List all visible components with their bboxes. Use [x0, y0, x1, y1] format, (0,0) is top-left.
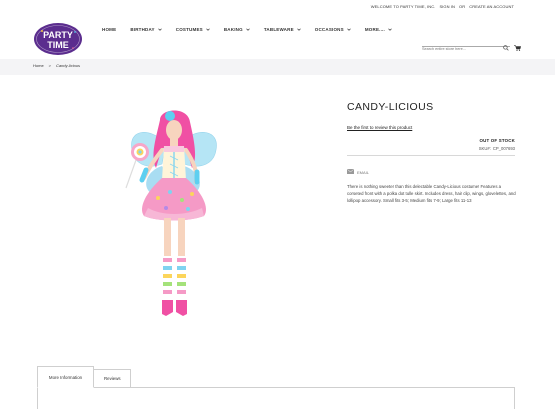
nav-item-tableware[interactable]: TABLEWARE: [264, 27, 301, 32]
chevron-down-icon: [206, 27, 210, 32]
search-box: [422, 37, 510, 54]
nav-item-label: BAKING: [223, 27, 243, 32]
welcome-text: WELCOME TO PARTY TIME, INC.: [370, 4, 436, 9]
site-header: PARTY TIME HOME BIRTHDAY COSTUMES BAKING TAB…: [0, 14, 555, 59]
nav-item-label: BIRTHDAY: [130, 27, 155, 32]
nav-item-costumes[interactable]: COSTUMES: [176, 27, 210, 32]
nav-item-label: COSTUMES: [175, 27, 203, 32]
product-description: There is nothing sweeter than this delec…: [347, 184, 516, 203]
top-utility-bar: WELCOME TO PARTY TIME, INC. SIGN IN OR C…: [0, 0, 555, 14]
account-links: WELCOME TO PARTY TIME, INC. SIGN IN OR C…: [371, 4, 514, 9]
product-title: CANDY-LICIOUS: [347, 101, 434, 113]
nav-item-label: OCCASIONS: [314, 27, 344, 32]
breadcrumb-separator: >: [48, 63, 52, 68]
chevron-down-icon: [297, 27, 301, 32]
cart-icon[interactable]: [514, 38, 522, 56]
write-review-link[interactable]: Be the first to review this product: [347, 125, 412, 130]
breadcrumb: Home > Candy-licious: [33, 63, 80, 68]
sign-in-link[interactable]: SIGN IN: [439, 4, 455, 9]
main-nav: HOME BIRTHDAY COSTUMES BAKING TABLEWARE OCCAS…: [102, 27, 406, 32]
nav-item-label: HOME: [102, 27, 117, 32]
breadcrumb-current: Candy-licious: [56, 63, 81, 68]
tab-more-information[interactable]: More Information: [37, 366, 94, 388]
nav-item-birthday[interactable]: BIRTHDAY: [130, 27, 162, 32]
product-image[interactable]: [118, 108, 228, 322]
email-label: EMAIL: [357, 169, 370, 175]
sku-value: CP_007693: [492, 146, 515, 151]
nav-item-occasions[interactable]: OCCASIONS: [315, 27, 351, 32]
email-link[interactable]: EMAIL: [347, 169, 369, 175]
nav-item-baking[interactable]: BAKING: [224, 27, 250, 32]
product-tabs: More Information Reviews: [37, 366, 132, 388]
chevron-down-icon: [347, 27, 351, 32]
search-icon[interactable]: [503, 38, 509, 56]
sku-label: SKU#:: [478, 146, 491, 151]
breadcrumb-home[interactable]: Home: [33, 63, 44, 68]
email-icon: [347, 169, 354, 175]
search-input[interactable]: [422, 44, 496, 54]
breadcrumb-bar: Home > Candy-licious: [0, 59, 555, 75]
or-text: OR: [459, 4, 466, 9]
logo-text-line2: TIME: [47, 40, 69, 50]
nav-item-label: TABLEWARE: [263, 27, 294, 32]
divider: [347, 155, 515, 156]
chevron-down-icon: [246, 27, 250, 32]
chevron-down-icon: [158, 27, 162, 32]
stock-status: OUT OF STOCK: [479, 138, 515, 143]
sku: SKU#: CP_007693: [479, 146, 515, 151]
logo-text-line1: PARTY: [43, 30, 73, 40]
party-time-logo[interactable]: PARTY TIME: [33, 22, 83, 56]
nav-item-label: MORE....: [364, 27, 385, 32]
nav-item-more[interactable]: MORE....: [365, 27, 392, 32]
create-account-link[interactable]: CREATE AN ACCOUNT: [469, 4, 514, 9]
tab-reviews[interactable]: Reviews: [93, 369, 132, 388]
chevron-down-icon: [388, 27, 392, 32]
tab-panel: [37, 387, 515, 409]
nav-item-home[interactable]: HOME: [102, 27, 116, 32]
